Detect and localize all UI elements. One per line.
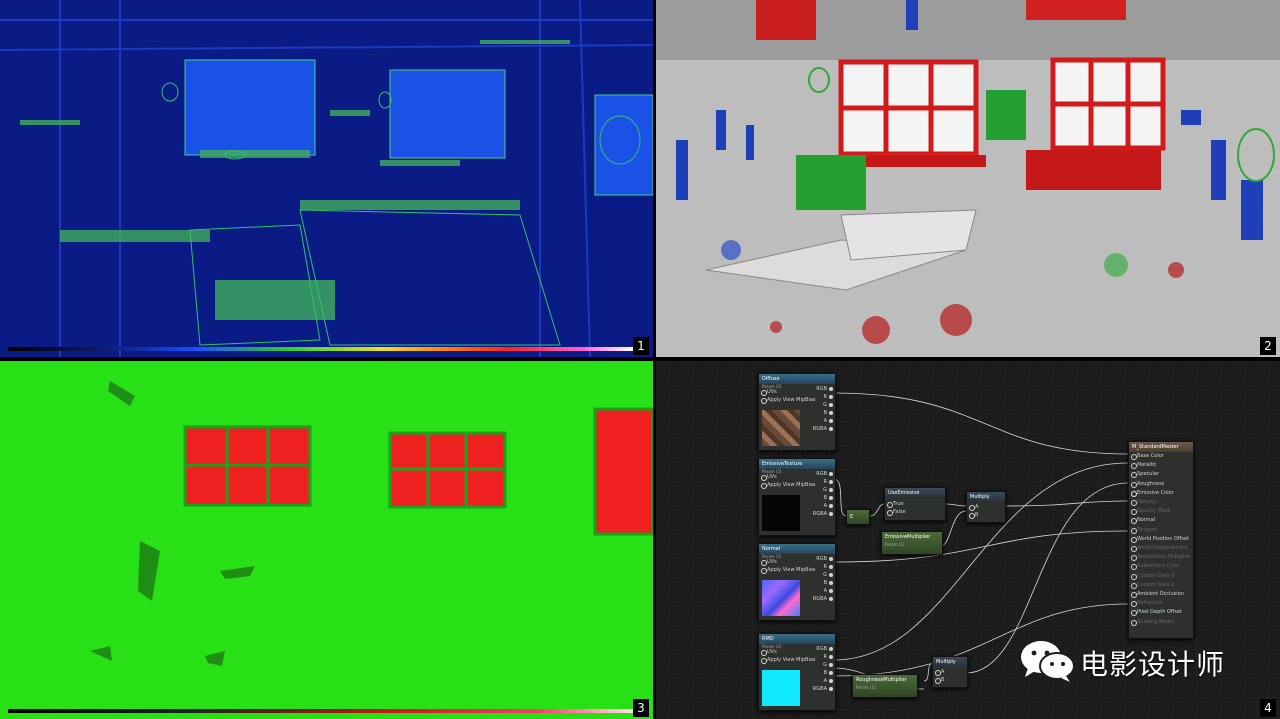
material-input-pin[interactable]: Custom Data 0 bbox=[1129, 572, 1193, 581]
material-input-pin[interactable]: World Position Offset bbox=[1129, 535, 1193, 544]
material-input-pin[interactable]: Roughness bbox=[1129, 480, 1193, 489]
panel-lit-channel-view: 3 bbox=[0, 361, 653, 719]
material-input-pin[interactable]: Ambient Occlusion bbox=[1129, 590, 1193, 599]
rmo-thumbnail bbox=[762, 670, 800, 706]
material-input-pin[interactable]: Specular bbox=[1129, 470, 1193, 479]
watermark-brand: 电影设计师 bbox=[1080, 648, 1226, 681]
panel-number: 3 bbox=[633, 699, 649, 717]
material-output-node[interactable]: M_StandardMaster Base Color Metallic Specu… bbox=[1128, 441, 1194, 639]
complexity-gradient-bar bbox=[8, 347, 633, 351]
panel-number: 4 bbox=[1260, 699, 1276, 717]
material-input-pin[interactable]: Metallic bbox=[1129, 461, 1193, 470]
panel-material-channel-view: 2 bbox=[656, 0, 1280, 357]
panel-wireframe-view: 1 bbox=[0, 0, 653, 357]
use-emissive-switch-node[interactable]: UseEmissive True False bbox=[884, 487, 946, 521]
material-input-pin[interactable]: Base Color bbox=[1129, 452, 1193, 461]
lit-gradient-bar bbox=[8, 709, 633, 713]
diffuse-thumbnail bbox=[762, 410, 800, 446]
material-input-list: Base Color Metallic Specular Roughness Emiss… bbox=[1129, 452, 1193, 627]
material-input-pin[interactable]: Custom Data 1 bbox=[1129, 581, 1193, 590]
rmo-texture-node[interactable]: RMO Param (2) UVs Apply View MipBias RGB … bbox=[758, 633, 836, 711]
wireframe-render bbox=[0, 0, 653, 357]
material-input-pin[interactable]: Opacity Mask bbox=[1129, 507, 1193, 516]
material-input-pin[interactable]: Subsurface Color bbox=[1129, 562, 1193, 571]
material-input-pin[interactable]: Tangent bbox=[1129, 526, 1193, 535]
material-input-pin[interactable]: Emissive Color bbox=[1129, 489, 1193, 498]
material-input-pin[interactable]: Tessellation Multiplier bbox=[1129, 553, 1193, 562]
material-input-pin[interactable]: Opacity bbox=[1129, 498, 1193, 507]
panel-material-node-graph: Diffuse Param (2) UVs Apply View MipBias … bbox=[656, 361, 1280, 719]
material-input-pin[interactable]: World Displacement bbox=[1129, 544, 1193, 553]
panel-number: 2 bbox=[1260, 337, 1276, 355]
multiply-node[interactable]: Multiply A B bbox=[966, 491, 1006, 523]
emissive-thumbnail bbox=[762, 495, 800, 531]
material-input-pin[interactable]: Refraction bbox=[1129, 599, 1193, 608]
material-input-pin[interactable]: Pixel Depth Offset bbox=[1129, 608, 1193, 617]
material-input-pin[interactable]: Shading Model bbox=[1129, 618, 1193, 627]
normal-texture-node[interactable]: Normal Param (2) UVs Apply View MipBias R… bbox=[758, 543, 836, 621]
panel-number: 1 bbox=[633, 337, 649, 355]
roughness-multiplier-node[interactable]: RoughnessMultiplier Param (1) bbox=[852, 674, 918, 698]
emissive-texture-node[interactable]: EmissiveTexture Param (2) UVs Apply View … bbox=[758, 458, 836, 536]
multiply-node[interactable]: Multiply A B bbox=[932, 656, 968, 688]
normal-thumbnail bbox=[762, 580, 800, 616]
material-input-pin[interactable]: Normal bbox=[1129, 516, 1193, 525]
wechat-icon bbox=[1021, 641, 1075, 682]
material-channel-render bbox=[656, 0, 1280, 357]
constant-node[interactable]: E bbox=[846, 509, 870, 525]
emissive-multiplier-node[interactable]: EmissiveMultiplier Param (1) bbox=[881, 531, 943, 555]
diffuse-texture-node[interactable]: Diffuse Param (2) UVs Apply View MipBias … bbox=[758, 373, 836, 451]
lit-channel-render bbox=[0, 361, 653, 719]
